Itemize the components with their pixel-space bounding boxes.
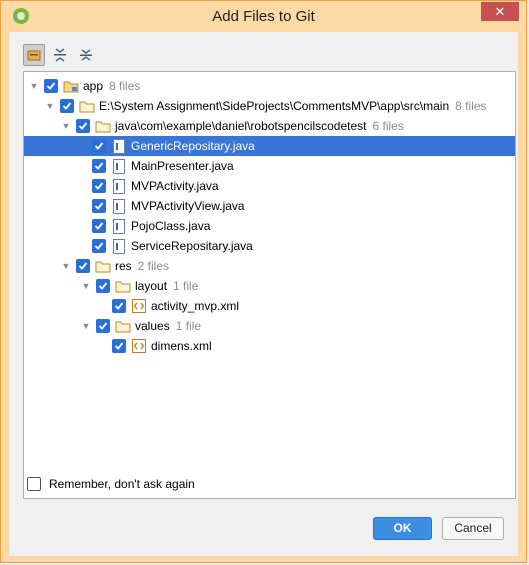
tree-toolbar — [23, 44, 97, 68]
ok-button[interactable]: OK — [373, 517, 432, 540]
tree-node-label: values — [135, 319, 170, 333]
java-file-icon — [111, 238, 127, 254]
checkbox-checked[interactable] — [92, 159, 106, 173]
file-count: 8 files — [455, 99, 487, 113]
java-file-icon — [111, 158, 127, 174]
file-name: GenericRepositary.java — [131, 139, 255, 153]
tree-node-res[interactable]: ▼ res 2 files — [24, 256, 515, 276]
java-file-icon — [111, 198, 127, 214]
tree-node-app[interactable]: ▼ app 8 files — [24, 76, 515, 96]
checkbox-checked[interactable] — [76, 259, 90, 273]
expand-arrow-icon[interactable]: ▼ — [44, 96, 56, 116]
folder-icon — [79, 98, 95, 114]
xml-file-icon — [131, 338, 147, 354]
folder-icon — [115, 318, 131, 334]
file-count: 1 file — [175, 319, 202, 333]
file-count: 1 file — [173, 279, 199, 293]
checkbox-checked[interactable] — [92, 219, 106, 233]
tree-node-values[interactable]: ▼ values 1 file — [24, 316, 515, 336]
checkbox-checked[interactable] — [96, 319, 110, 333]
folder-icon — [115, 278, 131, 294]
tree-node-path[interactable]: ▼ E:\System Assignment\SideProjects\Comm… — [24, 96, 515, 116]
expand-arrow-icon[interactable]: ▼ — [60, 116, 72, 136]
file-name: dimens.xml — [151, 339, 212, 353]
file-count: 6 files — [372, 119, 404, 133]
expand-arrow-icon[interactable]: ▼ — [80, 316, 92, 336]
tree-node-label: res — [115, 259, 132, 273]
checkbox-checked[interactable] — [92, 199, 106, 213]
file-name: activity_mvp.xml — [151, 299, 240, 313]
module-folder-icon — [63, 78, 79, 94]
tree-node-package[interactable]: ▼ java\com\example\daniel\robotspencilsc… — [24, 116, 515, 136]
checkbox-checked[interactable] — [112, 339, 126, 353]
tree-file-row[interactable]: ServiceRepositary.java — [24, 236, 515, 256]
title-bar[interactable]: Add Files to Git ✕ — [1, 1, 526, 32]
close-button[interactable]: ✕ — [481, 2, 519, 21]
java-file-icon — [111, 178, 127, 194]
tree-file-row[interactable]: PojoClass.java — [24, 216, 515, 236]
dialog-title: Add Files to Git — [212, 8, 315, 25]
group-by-directory-icon[interactable] — [23, 44, 45, 66]
checkbox-checked[interactable] — [92, 239, 106, 253]
tree-file-row[interactable]: MainPresenter.java — [24, 156, 515, 176]
remember-checkbox-row[interactable]: Remember, don't ask again — [27, 477, 195, 491]
tree-node-label: app — [83, 79, 104, 93]
tree-file-row[interactable]: MVPActivityView.java — [24, 196, 515, 216]
java-file-icon — [111, 138, 127, 154]
file-name: MainPresenter.java — [131, 159, 234, 173]
tree-file-row[interactable]: MVPActivity.java — [24, 176, 515, 196]
cancel-button[interactable]: Cancel — [442, 517, 504, 540]
remember-label: Remember, don't ask again — [49, 477, 195, 491]
checkbox-checked[interactable] — [76, 119, 90, 133]
file-tree[interactable]: ▼ app 8 files ▼ E:\System Assignment\Sid… — [23, 71, 516, 499]
folder-icon — [95, 258, 111, 274]
tree-file-row[interactable]: GenericRepositary.java — [24, 136, 515, 156]
remember-checkbox[interactable] — [27, 477, 41, 491]
java-file-icon — [111, 218, 127, 234]
checkbox-checked[interactable] — [92, 139, 106, 153]
file-count: 8 files — [109, 79, 141, 93]
tree-node-label: java\com\example\daniel\robotspencilscod… — [115, 119, 367, 133]
file-count: 2 files — [137, 259, 170, 273]
folder-icon — [95, 118, 111, 134]
checkbox-checked[interactable] — [96, 279, 110, 293]
checkbox-checked[interactable] — [92, 179, 106, 193]
add-files-dialog: Add Files to Git ✕ ▼ app 8 files ▼ E:\Sy… — [0, 0, 527, 563]
expand-arrow-icon[interactable]: ▼ — [28, 76, 40, 96]
checkbox-checked[interactable] — [112, 299, 126, 313]
tree-file-row[interactable]: dimens.xml — [24, 336, 515, 356]
collapse-all-icon[interactable] — [75, 44, 97, 66]
file-name: MVPActivityView.java — [131, 199, 245, 213]
xml-file-icon — [131, 298, 147, 314]
tree-file-row[interactable]: activity_mvp.xml — [24, 296, 515, 316]
tree-node-layout[interactable]: ▼ layout 1 file — [24, 276, 515, 296]
checkbox-checked[interactable] — [60, 99, 74, 113]
tree-node-label: E:\System Assignment\SideProjects\Commen… — [99, 99, 450, 113]
expand-all-icon[interactable] — [49, 44, 71, 66]
checkbox-checked[interactable] — [44, 79, 58, 93]
file-name: ServiceRepositary.java — [131, 239, 253, 253]
file-name: PojoClass.java — [131, 219, 211, 233]
expand-arrow-icon[interactable]: ▼ — [80, 276, 92, 296]
file-name: MVPActivity.java — [131, 179, 219, 193]
expand-arrow-icon[interactable]: ▼ — [60, 256, 72, 276]
tree-node-label: layout — [135, 279, 168, 293]
dialog-content: ▼ app 8 files ▼ E:\System Assignment\Sid… — [9, 32, 518, 556]
